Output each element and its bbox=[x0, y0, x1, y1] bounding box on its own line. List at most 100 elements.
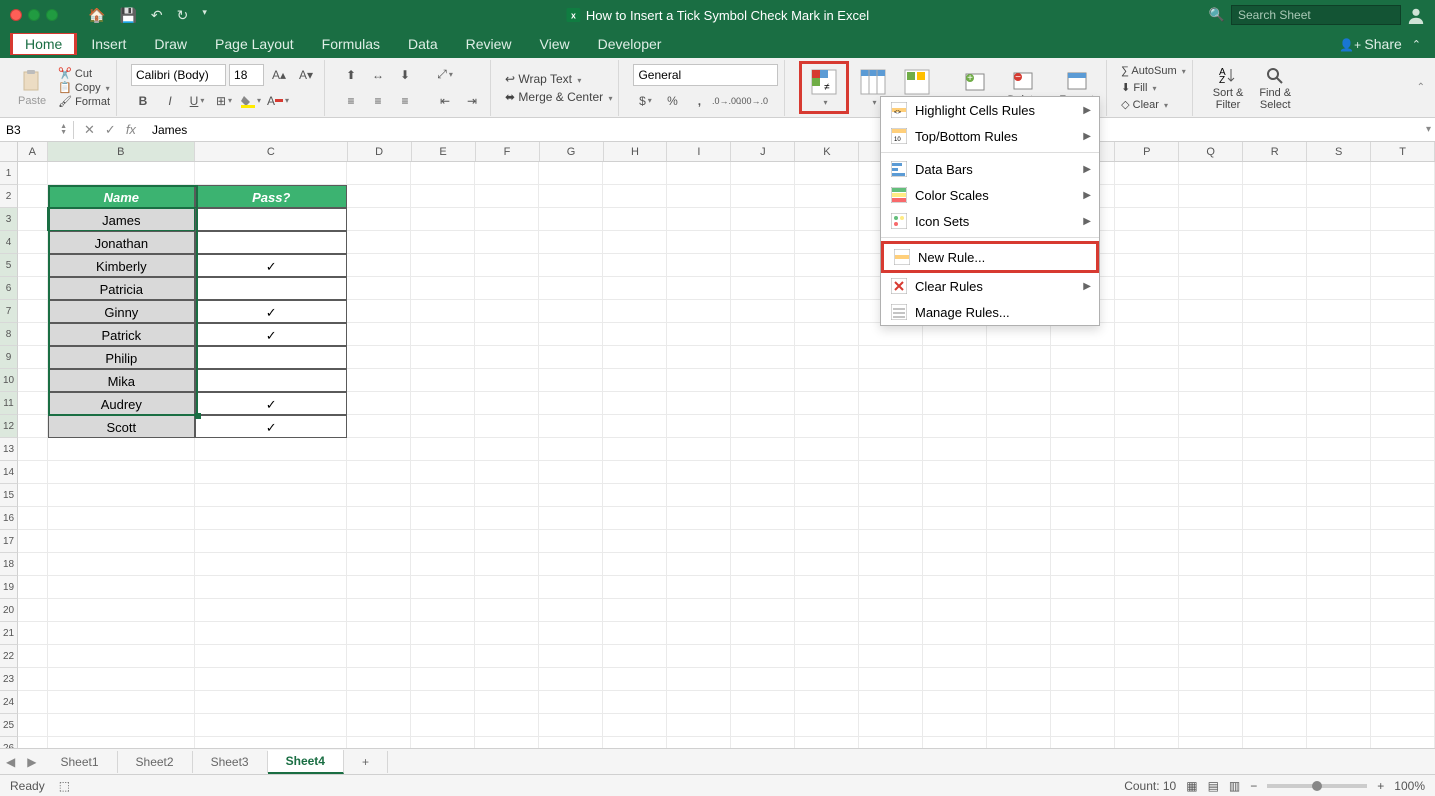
cell-R25[interactable] bbox=[1243, 714, 1307, 737]
row-header-12[interactable]: 12 bbox=[0, 415, 18, 438]
cell-B6[interactable]: Patricia bbox=[48, 277, 195, 300]
cell-L9[interactable] bbox=[859, 346, 923, 369]
cell-D10[interactable] bbox=[347, 369, 411, 392]
align-bottom-icon[interactable]: ⬇ bbox=[393, 64, 417, 86]
cell-H3[interactable] bbox=[603, 208, 667, 231]
cell-Q15[interactable] bbox=[1179, 484, 1243, 507]
cell-T11[interactable] bbox=[1371, 392, 1435, 415]
row-header-13[interactable]: 13 bbox=[0, 438, 18, 461]
cell-D6[interactable] bbox=[347, 277, 411, 300]
cell-H4[interactable] bbox=[603, 231, 667, 254]
cell-F4[interactable] bbox=[475, 231, 539, 254]
cell-J14[interactable] bbox=[731, 461, 795, 484]
cell-O12[interactable] bbox=[1051, 415, 1115, 438]
cell-M16[interactable] bbox=[923, 507, 987, 530]
cell-Q8[interactable] bbox=[1179, 323, 1243, 346]
cell-T4[interactable] bbox=[1371, 231, 1435, 254]
decrease-decimal-icon[interactable]: .00→.0 bbox=[741, 90, 765, 112]
cell-I14[interactable] bbox=[667, 461, 731, 484]
cell-G5[interactable] bbox=[539, 254, 603, 277]
cell-T8[interactable] bbox=[1371, 323, 1435, 346]
cell-F24[interactable] bbox=[475, 691, 539, 714]
cell-H13[interactable] bbox=[603, 438, 667, 461]
cell-H22[interactable] bbox=[603, 645, 667, 668]
cell-N24[interactable] bbox=[987, 691, 1051, 714]
cell-E22[interactable] bbox=[411, 645, 475, 668]
cell-K17[interactable] bbox=[795, 530, 859, 553]
sheet-nav-next-icon[interactable]: ▶ bbox=[21, 755, 42, 769]
cell-O25[interactable] bbox=[1051, 714, 1115, 737]
tab-page-layout[interactable]: Page Layout bbox=[201, 32, 308, 56]
cell-I18[interactable] bbox=[667, 553, 731, 576]
cell-E13[interactable] bbox=[411, 438, 475, 461]
cell-I24[interactable] bbox=[667, 691, 731, 714]
cell-F8[interactable] bbox=[475, 323, 539, 346]
cell-F19[interactable] bbox=[475, 576, 539, 599]
cell-F16[interactable] bbox=[475, 507, 539, 530]
cell-T7[interactable] bbox=[1371, 300, 1435, 323]
cell-G13[interactable] bbox=[539, 438, 603, 461]
cell-M8[interactable] bbox=[923, 323, 987, 346]
cell-R23[interactable] bbox=[1243, 668, 1307, 691]
cell-G16[interactable] bbox=[539, 507, 603, 530]
cell-E3[interactable] bbox=[411, 208, 475, 231]
menu-clear-rules[interactable]: Clear Rules▶ bbox=[881, 273, 1099, 299]
cell-D14[interactable] bbox=[347, 461, 411, 484]
add-sheet-button[interactable]: + bbox=[344, 751, 388, 773]
cell-C24[interactable] bbox=[195, 691, 347, 714]
cell-D19[interactable] bbox=[347, 576, 411, 599]
orientation-icon[interactable]: ⤢▾ bbox=[433, 64, 457, 86]
cell-M17[interactable] bbox=[923, 530, 987, 553]
cell-I11[interactable] bbox=[667, 392, 731, 415]
cell-S22[interactable] bbox=[1307, 645, 1371, 668]
align-middle-icon[interactable]: ↔ bbox=[366, 64, 390, 86]
col-header-R[interactable]: R bbox=[1243, 142, 1307, 161]
percent-icon[interactable]: % bbox=[660, 90, 684, 112]
home-icon[interactable]: 🏠 bbox=[88, 7, 105, 24]
cell-J20[interactable] bbox=[731, 599, 795, 622]
currency-icon[interactable]: $▾ bbox=[633, 90, 657, 112]
cell-R11[interactable] bbox=[1243, 392, 1307, 415]
cell-S25[interactable] bbox=[1307, 714, 1371, 737]
cell-S23[interactable] bbox=[1307, 668, 1371, 691]
sort-filter-button[interactable]: AZ Sort & Filter bbox=[1207, 63, 1250, 113]
cell-O11[interactable] bbox=[1051, 392, 1115, 415]
col-header-H[interactable]: H bbox=[604, 142, 668, 161]
cell-A6[interactable] bbox=[18, 277, 48, 300]
cell-B1[interactable] bbox=[48, 162, 195, 185]
cell-G15[interactable] bbox=[539, 484, 603, 507]
cell-R3[interactable] bbox=[1243, 208, 1307, 231]
cell-F17[interactable] bbox=[475, 530, 539, 553]
cell-C20[interactable] bbox=[195, 599, 347, 622]
cell-R7[interactable] bbox=[1243, 300, 1307, 323]
cell-Q21[interactable] bbox=[1179, 622, 1243, 645]
cell-K5[interactable] bbox=[795, 254, 859, 277]
cell-O9[interactable] bbox=[1051, 346, 1115, 369]
cell-P12[interactable] bbox=[1115, 415, 1179, 438]
cell-H16[interactable] bbox=[603, 507, 667, 530]
cell-L17[interactable] bbox=[859, 530, 923, 553]
col-header-S[interactable]: S bbox=[1307, 142, 1371, 161]
cell-N23[interactable] bbox=[987, 668, 1051, 691]
cell-P16[interactable] bbox=[1115, 507, 1179, 530]
cell-N10[interactable] bbox=[987, 369, 1051, 392]
zoom-level[interactable]: 100% bbox=[1394, 779, 1425, 793]
cell-T14[interactable] bbox=[1371, 461, 1435, 484]
cell-K21[interactable] bbox=[795, 622, 859, 645]
cell-M9[interactable] bbox=[923, 346, 987, 369]
menu-data-bars[interactable]: Data Bars▶ bbox=[881, 156, 1099, 182]
row-header-10[interactable]: 10 bbox=[0, 369, 18, 392]
cell-T15[interactable] bbox=[1371, 484, 1435, 507]
cell-G21[interactable] bbox=[539, 622, 603, 645]
menu-highlight-cells-rules[interactable]: <> Highlight Cells Rules▶ bbox=[881, 97, 1099, 123]
cells-area[interactable]: NamePass?JamesJonathanKimberly✓PatriciaG… bbox=[18, 162, 1435, 762]
row-header-11[interactable]: 11 bbox=[0, 392, 18, 415]
formula-expand-icon[interactable]: ▾ bbox=[1426, 124, 1431, 135]
cell-O17[interactable] bbox=[1051, 530, 1115, 553]
cell-F18[interactable] bbox=[475, 553, 539, 576]
cell-K2[interactable] bbox=[795, 185, 859, 208]
tab-draw[interactable]: Draw bbox=[140, 32, 201, 56]
macro-record-icon[interactable]: ⬚ bbox=[59, 779, 70, 793]
cell-M23[interactable] bbox=[923, 668, 987, 691]
sheet-tab-2[interactable]: Sheet2 bbox=[118, 751, 193, 773]
